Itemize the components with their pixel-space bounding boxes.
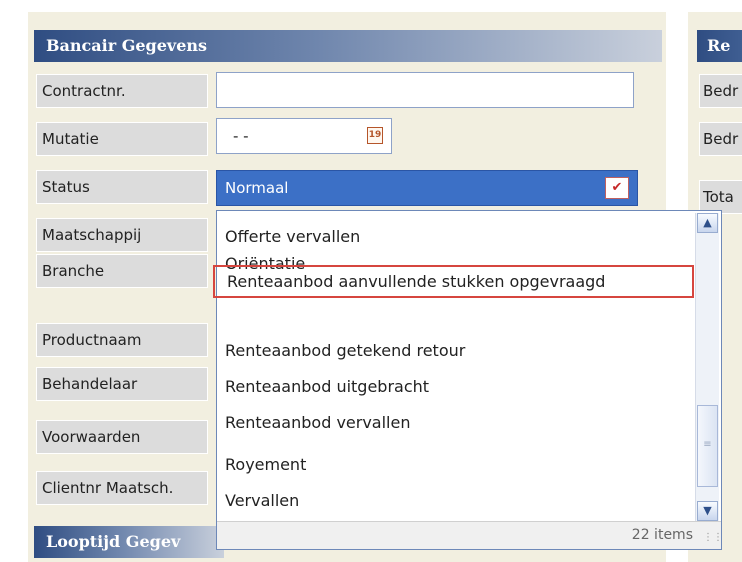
label-status: Status bbox=[36, 170, 208, 204]
label-voorwaarden: Voorwaarden bbox=[36, 420, 208, 454]
right-label-2: Bedr bbox=[699, 122, 742, 156]
status-dropdown-list[interactable]: Offerte vervallen Oriëntatie Renteaanbod… bbox=[213, 210, 723, 550]
label-branche: Branche bbox=[36, 254, 208, 288]
label-clientnr-maatsch: Clientnr Maatsch. bbox=[36, 471, 208, 505]
section-header-bancair: Bancair Gegevens bbox=[34, 30, 662, 62]
calendar-icon[interactable]: 19 bbox=[367, 127, 383, 144]
scroll-down-icon[interactable]: ▼ bbox=[697, 501, 718, 521]
dropdown-option-highlighted[interactable]: Renteaanbod aanvullende stukken opgevraa… bbox=[213, 265, 694, 298]
chevron-down-icon[interactable]: ✔︎ bbox=[605, 177, 629, 199]
dropdown-option[interactable]: Royement bbox=[225, 449, 306, 481]
dropdown-option[interactable]: Offerte vervallen bbox=[225, 221, 360, 253]
resize-grip-icon[interactable]: ⋮⋮ bbox=[703, 531, 723, 545]
dropdown-option[interactable]: Renteaanbod getekend retour bbox=[225, 335, 465, 367]
right-label-1: Bedr bbox=[699, 74, 742, 108]
dropdown-option[interactable]: Renteaanbod vervallen bbox=[225, 407, 410, 439]
label-maatschappij: Maatschappij bbox=[36, 218, 208, 252]
scrollbar-thumb[interactable]: ≡ bbox=[697, 405, 718, 487]
status-select[interactable]: Normaal ✔︎ bbox=[216, 170, 638, 206]
scroll-up-icon[interactable]: ▲ bbox=[697, 213, 718, 233]
dropdown-scrollbar[interactable]: ▲ ≡ ▼ bbox=[695, 213, 719, 523]
dropdown-option[interactable]: Renteaanbod uitgebracht bbox=[225, 371, 429, 403]
item-count: 22 items bbox=[631, 527, 693, 543]
label-behandelaar: Behandelaar bbox=[36, 367, 208, 401]
mutatie-date-value: - - bbox=[233, 127, 249, 145]
contractnr-input[interactable] bbox=[216, 72, 634, 108]
status-select-value: Normaal bbox=[225, 179, 289, 197]
label-contractnr: Contractnr. bbox=[36, 74, 208, 108]
dropdown-option[interactable]: Vervallen bbox=[225, 485, 299, 517]
label-mutatie: Mutatie bbox=[36, 122, 208, 156]
section-header-right: Re bbox=[697, 30, 742, 62]
mutatie-date-input[interactable]: - - 19 bbox=[216, 118, 392, 154]
right-label-3: Tota bbox=[699, 180, 742, 214]
label-productnaam: Productnaam bbox=[36, 323, 208, 357]
dropdown-footer: 22 items ⋮⋮ bbox=[217, 521, 723, 549]
section-header-looptijd: Looptijd Gegev bbox=[34, 526, 224, 558]
